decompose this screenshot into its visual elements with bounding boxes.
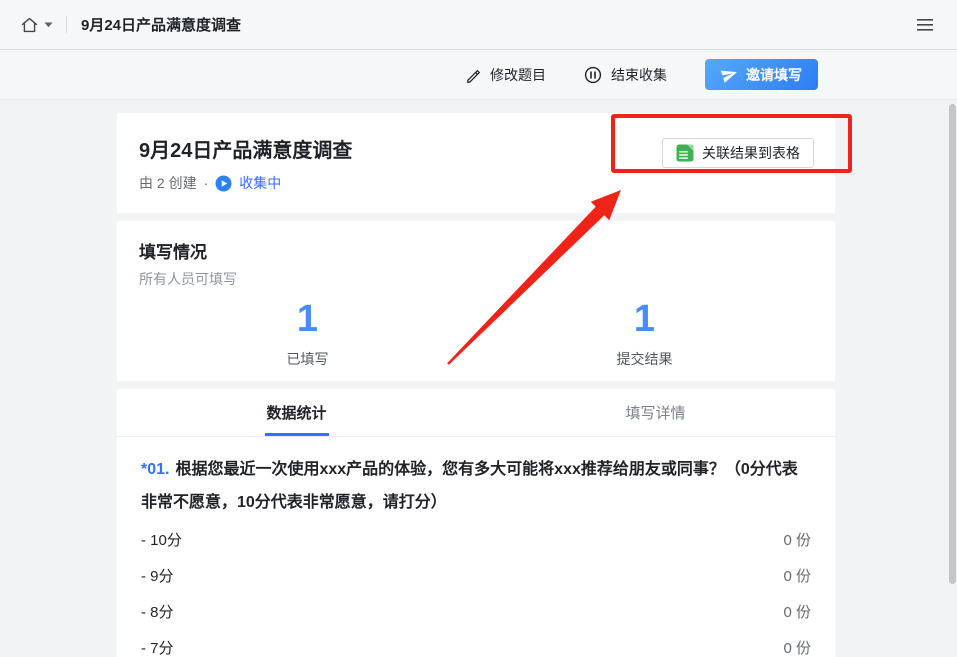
hamburger-menu-icon bbox=[916, 18, 934, 32]
play-circle-icon bbox=[215, 175, 232, 192]
invite-fill-label: 邀请填写 bbox=[746, 65, 802, 85]
caret-down-icon bbox=[44, 22, 53, 28]
pause-circle-icon bbox=[584, 66, 602, 84]
question-title: *01.根据您最近一次使用xxx产品的体验，您有多大可能将xxx推荐给朋友或同事… bbox=[141, 453, 811, 519]
option-row-9: - 9分 0 份 bbox=[141, 557, 811, 593]
edit-questions-button[interactable]: 修改题目 bbox=[465, 65, 546, 85]
survey-header-card: 9月24日产品满意度调查 由 2 创建 · 收集中 bbox=[117, 113, 835, 213]
topbar: 9月24日产品满意度调查 bbox=[0, 0, 957, 50]
tab-fill-details-label: 填写详情 bbox=[625, 402, 685, 423]
stat-submitted-value: 1 bbox=[476, 297, 813, 341]
option-label: - 10分 bbox=[141, 529, 182, 550]
option-count: 0 份 bbox=[783, 637, 811, 657]
fill-status-subtitle: 所有人员可填写 bbox=[139, 269, 813, 289]
stat-filled-value: 1 bbox=[139, 297, 476, 341]
collecting-status[interactable]: 收集中 bbox=[239, 173, 281, 193]
option-label: - 7分 bbox=[141, 637, 174, 657]
home-button[interactable] bbox=[20, 16, 53, 34]
dot-separator: · bbox=[204, 175, 209, 191]
stat-filled: 1 已填写 bbox=[139, 297, 476, 369]
divider bbox=[66, 16, 67, 33]
app-window: 9月24日产品满意度调查 修改题目 结束收集 bbox=[0, 0, 957, 657]
fill-status-title: 填写情况 bbox=[139, 238, 813, 263]
document-title: 9月24日产品满意度调查 bbox=[81, 14, 241, 35]
option-row-10: - 10分 0 份 bbox=[141, 521, 811, 557]
action-toolbar: 修改题目 结束收集 邀请填写 bbox=[0, 50, 957, 100]
question-block: *01.根据您最近一次使用xxx产品的体验，您有多大可能将xxx推荐给朋友或同事… bbox=[117, 437, 835, 657]
question-text: 根据您最近一次使用xxx产品的体验，您有多大可能将xxx推荐给朋友或同事？（0分… bbox=[141, 461, 798, 511]
option-count: 0 份 bbox=[783, 529, 811, 550]
edit-questions-label: 修改题目 bbox=[490, 65, 546, 85]
creator-text: 由 2 创建 bbox=[139, 173, 197, 193]
tab-fill-details[interactable]: 填写详情 bbox=[476, 389, 835, 436]
survey-subtitle: 由 2 创建 · 收集中 bbox=[139, 173, 352, 193]
stat-submitted: 1 提交结果 bbox=[476, 297, 813, 369]
stats-row: 1 已填写 1 提交结果 bbox=[139, 297, 813, 369]
tabs: 数据统计 填写详情 bbox=[117, 389, 835, 437]
pencil-icon bbox=[465, 67, 481, 83]
question-number: *01. bbox=[141, 461, 169, 478]
content-area: 9月24日产品满意度调查 由 2 创建 · 收集中 bbox=[0, 100, 957, 657]
stat-submitted-label: 提交结果 bbox=[476, 349, 813, 369]
fill-status-card: 填写情况 所有人员可填写 1 已填写 1 提交结果 bbox=[117, 221, 835, 381]
invite-fill-button[interactable]: 邀请填写 bbox=[705, 59, 818, 90]
link-results-label: 关联结果到表格 bbox=[702, 143, 800, 163]
link-results-to-sheet-button[interactable]: 关联结果到表格 bbox=[662, 138, 814, 168]
topbar-left: 9月24日产品满意度调查 bbox=[20, 14, 241, 35]
home-icon bbox=[20, 16, 39, 34]
send-icon bbox=[719, 64, 740, 85]
survey-header-left: 9月24日产品满意度调查 由 2 创建 · 收集中 bbox=[139, 138, 352, 193]
tab-data-statistics[interactable]: 数据统计 bbox=[117, 389, 476, 436]
stat-filled-label: 已填写 bbox=[139, 349, 476, 369]
option-count: 0 份 bbox=[783, 565, 811, 586]
scrollbar-thumb[interactable] bbox=[949, 104, 956, 584]
option-row-8: - 8分 0 份 bbox=[141, 593, 811, 629]
option-label: - 9分 bbox=[141, 565, 174, 586]
stop-collect-label: 结束收集 bbox=[611, 65, 667, 85]
options-list: - 10分 0 份 - 9分 0 份 - 8分 0 份 - 7分 0 份 bbox=[141, 521, 811, 657]
menu-button[interactable] bbox=[916, 18, 934, 32]
survey-title: 9月24日产品满意度调查 bbox=[139, 138, 352, 164]
results-card: 数据统计 填写详情 *01.根据您最近一次使用xxx产品的体验，您有多大可能将x… bbox=[117, 389, 835, 657]
stop-collect-button[interactable]: 结束收集 bbox=[584, 65, 667, 85]
spreadsheet-icon bbox=[676, 144, 694, 162]
option-label: - 8分 bbox=[141, 601, 174, 622]
tab-data-statistics-label: 数据统计 bbox=[266, 402, 326, 423]
option-row-7: - 7分 0 份 bbox=[141, 629, 811, 657]
option-count: 0 份 bbox=[783, 601, 811, 622]
